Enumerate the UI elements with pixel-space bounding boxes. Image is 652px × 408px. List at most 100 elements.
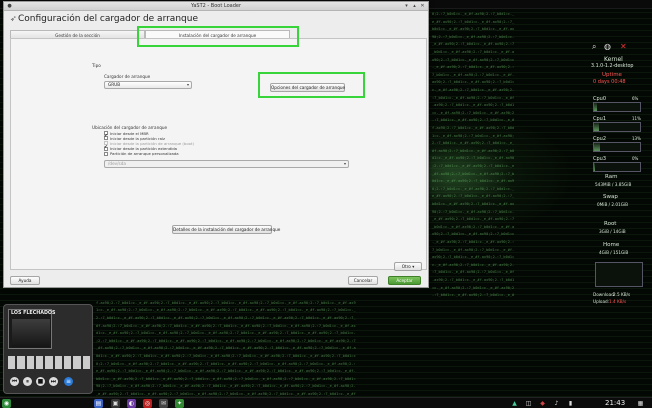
stop-icon[interactable]: ■ [36, 377, 45, 386]
desktop-toggle-icon[interactable]: ▦ [636, 399, 645, 408]
tab-content-panel: Tipo Cargador de arranque GRUB ▾ Opcione… [10, 38, 427, 271]
download-value: 2.5 KB/s [613, 292, 631, 297]
other-button[interactable]: Otro ▾ [394, 262, 422, 271]
wallpaper-code-line: -_e_#f.ax90;2-:7_b0d1=c-_e_#f.ax90;2-: [432, 65, 515, 70]
wallpaper-code-line: 0;2-:7_b0d1=c-_e_#f.ax90;2-:7_b0d1=c-_e_… [96, 361, 356, 366]
wallpaper-code-line: _e_#f.ax90;2-:7_b0d1=c-_e_#f.ax90;2-:7 [432, 217, 515, 222]
network-icon[interactable]: ▲ [510, 399, 519, 408]
wallpaper-code-line: ;2-:7_b0d1=c-_e_#f.ax90;2-:7_b0d1=c-_e_#… [96, 338, 356, 343]
help-button[interactable]: Ayuda [10, 276, 40, 285]
cpu-usage-graph [593, 162, 641, 172]
wallpaper-code-line: ax90;2-:7_b0d1=c-_e_#f.ax90;2-:7_b0d1= [432, 80, 515, 85]
eq-bar [73, 356, 81, 369]
ram-value: 543MiB / 3.85GiB [595, 182, 632, 187]
installation-details-button[interactable]: Detalles de la instalación del cargador … [172, 225, 280, 234]
network-graph [595, 262, 643, 287]
bootloader-options-button[interactable]: Opciones del cargador de arranque [270, 83, 345, 92]
uptime-value: 0 days 00:48 [593, 79, 626, 85]
wallpaper-code-line: 2-:7_b0d1=c-_e_#f.ax90;2-:7_b0d1=c-_e_ [432, 141, 515, 146]
accept-button[interactable]: Aceptar [388, 276, 421, 285]
wallpaper-code-line: x90;2-:7_b0d1=c-_e_#f.ax90;2-:7_b0d1=c [432, 232, 515, 237]
wallpaper-code-line: ax90;2-:7_b0d1=c-_e_#f.ax90;2-:7_b0d1= [432, 255, 515, 260]
wallpaper-code-line: #f.ax90;2-:7_b0d1=c-_e_#f.ax90;2-:7_b0d1… [96, 323, 356, 328]
album-art [12, 319, 50, 347]
browser-icon[interactable]: ◐ [127, 399, 136, 408]
wallpaper-code-line: .ax90;2-:7_b0d1=c-_e_#f.ax90;2-:7_b0d1 [432, 103, 515, 108]
window-title: YaST2 - Boot Loader [190, 3, 242, 9]
close-icon[interactable]: ✕ [419, 3, 426, 10]
tools-icon[interactable]: ✕ [620, 42, 627, 51]
wallpaper-code-line: 90;2-:7_b0d1=c-_e_#f.ax90;2-:7_b0d1=c- [432, 34, 515, 39]
eq-bar [26, 356, 34, 369]
media-icon[interactable]: ◎ [143, 399, 152, 408]
clock[interactable]: 21:43 [605, 398, 625, 408]
start-menu-icon[interactable]: ◉ [2, 399, 11, 408]
wallpaper-code-line: 7_b0d1=c-_e_#f.ax90;2-:7_b0d1=c-_e_#f. [432, 247, 515, 252]
maximize-icon[interactable]: ▴ [411, 3, 418, 10]
yast-window: YaST2 - Boot Loader ● ▾ ▴ ✕ ➶Configuraci… [3, 1, 429, 288]
bootloader-label: Cargador de arranque [104, 74, 151, 79]
cpu-value: 6% [632, 96, 639, 101]
pause-icon[interactable]: ⏸ [23, 377, 32, 386]
chevron-down-icon: ▾ [343, 161, 346, 166]
wallpaper-code-line: e_#f.ax90;2-:7_b0d1=c-_e_#f.ax90;2-:7_b0… [96, 369, 356, 374]
search-icon[interactable]: ⌕ [592, 42, 596, 52]
files-icon[interactable]: ▤ [94, 399, 103, 408]
volume-icon[interactable]: ♪ [552, 399, 561, 408]
wallpaper-code-line: f.ax90;2-:7_b0d1=c-_e_#f.ax90;2-:7_b0d [432, 126, 515, 130]
battery-icon[interactable]: ▮ [566, 399, 575, 408]
chevron-down-icon: ▾ [412, 264, 415, 269]
wallpaper-code-line: d1=c-_e_#f.ax90;2-:7_b0d1=c-_e_#f.ax90;2… [96, 331, 356, 336]
yast-icon[interactable]: ✦ [175, 399, 184, 408]
cpu-usage-fill [594, 123, 600, 131]
wallpaper-code-line: f.ax90;2-:7_b0d1=c-_e_#f.ax90;2-:7_b0d1=… [96, 300, 356, 305]
eq-bar [17, 356, 25, 369]
cpu-value: 0% [632, 156, 639, 161]
wallpaper-code-line: b0d1=c-_e_#f.ax90;2-:7_b0d1=c-_e_#f.ax [432, 202, 515, 206]
wallpaper-code-line: _e_#f.ax90;2-:7_b0d1=c-_e_#f.ax90;2-:7 [432, 42, 515, 47]
root-label: Root [604, 221, 617, 227]
swap-label: Swap [603, 194, 618, 200]
wallpaper-code-line: 90;2-:7_b0d1=c-_e_#f.ax90;2-:7_b0d1=c- [432, 209, 515, 214]
wallpaper-code-line: -:7_b0d1=c-_e_#f.ax90;2-:7_b0d1=c-_e_# [432, 118, 515, 123]
chat-icon[interactable]: ✉ [159, 399, 168, 408]
wallpaper-code-line: 0;2-:7_b0d1=c-_e_#f.ax90;2-:7_b0d1=c-_ [432, 12, 515, 16]
custom-partition-select: /dev/sda ▾ [104, 160, 349, 168]
home-value: 4GiB / 151GiB [599, 250, 629, 255]
album-title: LOS FLECHADOS [11, 311, 56, 316]
media-player: LOS FLECHADOS ⏮ ⏸ ■ ⏭ ≡ [3, 304, 93, 394]
wallpaper-code-line: c-_e_#f.ax90;2-:7_b0d1=c-_e_#f.ax90;2- [432, 88, 515, 92]
wallpaper-code-line: :7_b0d1=c-_e_#f.ax90;2-:7_b0d1=c-_e_#f [432, 95, 515, 100]
location-checkbox[interactable] [104, 134, 108, 141]
eq-bar [8, 356, 16, 369]
root-value: 3GiB / 14GiB [599, 229, 626, 234]
wallpaper-code-line: e_#f.ax90;2-:7_b0d1=c-_e_#f.ax90;2-:7_ [432, 19, 515, 24]
location-checkbox[interactable] [104, 145, 108, 151]
menu-icon[interactable]: ≡ [64, 377, 73, 386]
bootloader-select[interactable]: GRUB ▾ [104, 81, 192, 89]
clipboard-icon[interactable]: ◫ [524, 399, 533, 408]
cancel-button[interactable]: Cancelar [348, 276, 378, 285]
taskbar: ◉ ▤ ▣ ◐ ◎ ✉ ✦ ▲ ◫ ◆ ♪ ▮ 21:43 ▦ [0, 397, 652, 408]
wallpaper-code-line: -:7_b0d1=c-_e_#f.ax90;2-:7_b0d1=c-_e_# [432, 293, 515, 298]
wallpaper-code-line: =c-_e_#f.ax90;2-:7_b0d1=c-_e_#f.ax90;2 [432, 285, 515, 290]
minimize-icon[interactable]: ▾ [403, 3, 410, 10]
terminal-icon[interactable]: ▣ [111, 399, 120, 408]
cpu-value: 13% [632, 136, 641, 141]
download-label: Download: [593, 292, 616, 297]
previous-icon[interactable]: ⏮ [10, 377, 19, 386]
location-checkbox[interactable] [104, 151, 108, 156]
next-icon[interactable]: ⏭ [49, 377, 58, 386]
bootloader-selected-value: GRUB [108, 82, 121, 87]
wallpaper-code-line: c-_e_#f.ax90;2-:7_b0d1=c-_e_#f.ax90;2- [432, 262, 515, 267]
updates-icon[interactable]: ◆ [538, 399, 547, 408]
album-cover: LOS FLECHADOS [8, 309, 56, 349]
globe-icon[interactable]: ◍ [604, 42, 611, 51]
custom-partition-value: /dev/sda [108, 161, 126, 166]
window-titlebar[interactable]: YaST2 - Boot Loader ● ▾ ▴ ✕ [4, 2, 428, 11]
cpu-usage-graph [593, 102, 641, 112]
eq-bar [54, 356, 62, 369]
wallpaper-code-line: 1=c-_e_#f.ax90;2-:7_b0d1=c-_e_#f.ax90; [432, 133, 515, 138]
window-menu-icon[interactable]: ● [6, 3, 13, 10]
wallpaper-code-line: _b0d1=c-_e_#f.ax90;2-:7_b0d1=c-_e_#f.a [432, 224, 515, 229]
